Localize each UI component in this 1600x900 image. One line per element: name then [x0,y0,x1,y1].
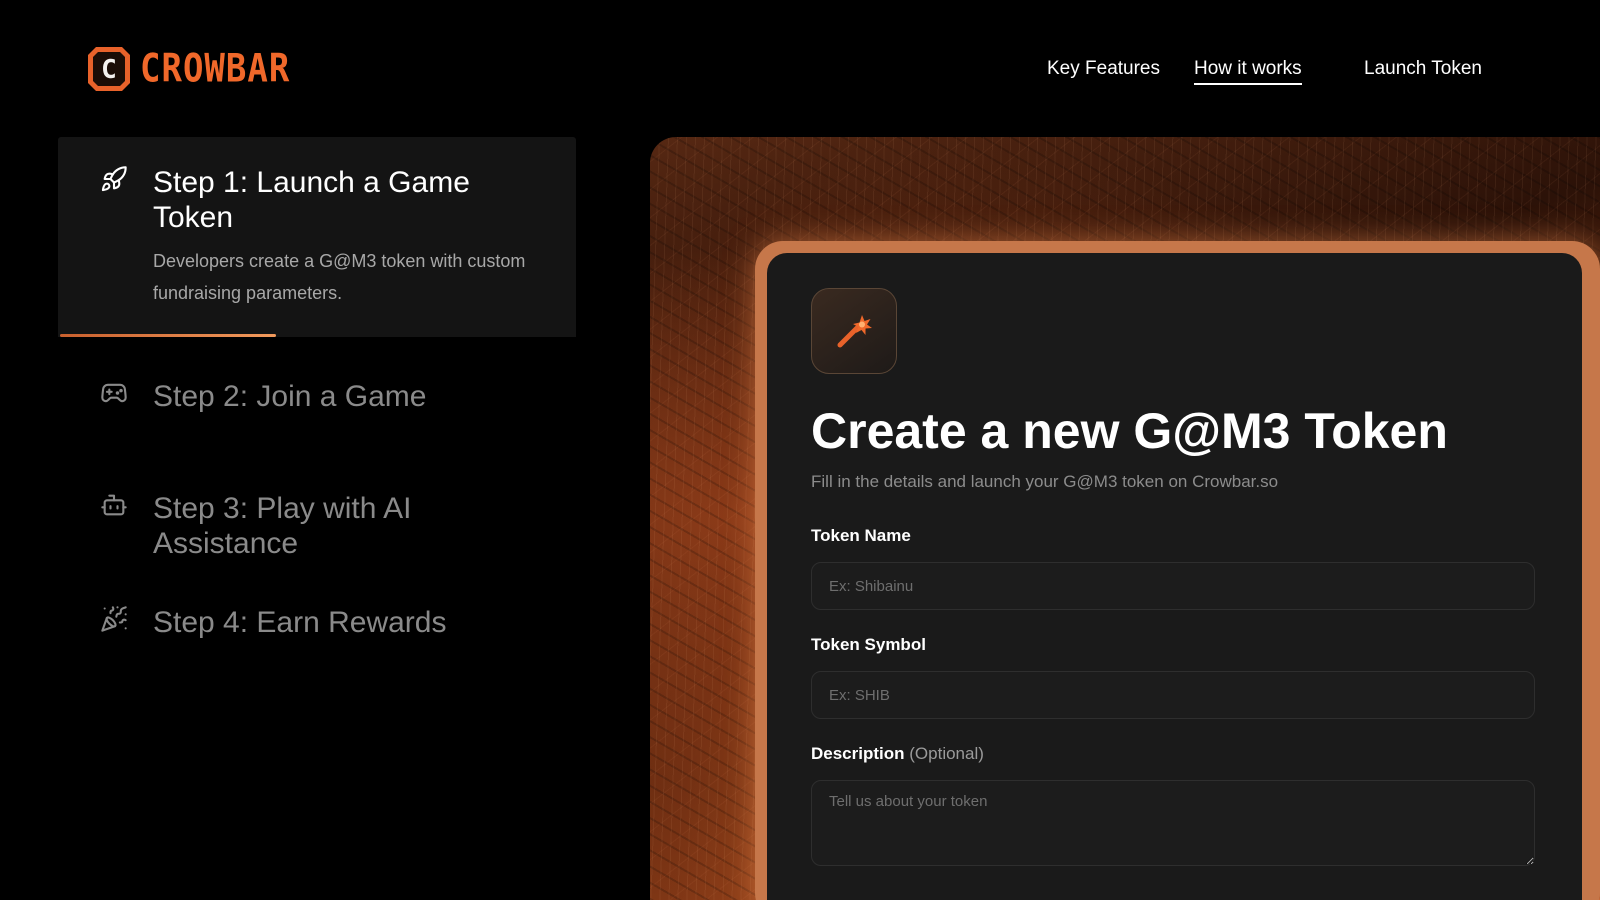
step-2-title: Step 2: Join a Game [153,380,427,413]
step-4-title: Step 4: Earn Rewards [153,606,447,639]
create-token-card: Create a new G@M3 Token Fill in the deta… [767,253,1582,900]
description-textarea[interactable] [811,780,1535,866]
step-1-title: Step 1: Launch a Game Token [153,166,470,234]
hero-panel: Create a new G@M3 Token Fill in the deta… [650,137,1600,900]
optional-tag: (Optional) [909,744,984,763]
nav-key-features[interactable]: Key Features [1047,57,1160,81]
step-2[interactable]: Step 2: Join a Game [58,337,576,451]
step-4[interactable]: Step 4: Earn Rewards [58,601,576,701]
token-name-label: Token Name [811,526,911,545]
nav-launch-token[interactable]: Launch Token [1364,57,1482,81]
robot-icon [100,491,128,519]
token-symbol-input[interactable] [811,671,1535,719]
step-1-description: Developers create a G@M3 token with cust… [153,251,526,303]
form-title: Create a new G@M3 Token [811,403,1448,459]
nav-how-it-works[interactable]: How it works [1194,57,1302,85]
description-label: Description [811,744,905,763]
step-3[interactable]: Step 3: Play with AI Assistance [58,451,576,601]
step-1[interactable]: Step 1: Launch a Game Token Developers c… [58,137,576,337]
token-symbol-label: Token Symbol [811,635,926,654]
step-3-title: Step 3: Play with AI Assistance [153,492,412,560]
description-label-row: Description (Optional) [811,743,984,765]
magic-wand-icon [811,288,897,374]
form-subtitle: Fill in the details and launch your G@M3… [811,472,1279,491]
rocket-icon [100,165,128,193]
party-popper-icon [100,605,128,633]
gamepad-icon [100,379,128,407]
main-nav: Key Features How it works Launch Token [0,57,1600,87]
token-name-input[interactable] [811,562,1535,610]
steps-list: Step 1: Launch a Game Token Developers c… [58,137,576,701]
site-header: C CROWBAR Key Features How it works Laun… [0,0,1600,134]
